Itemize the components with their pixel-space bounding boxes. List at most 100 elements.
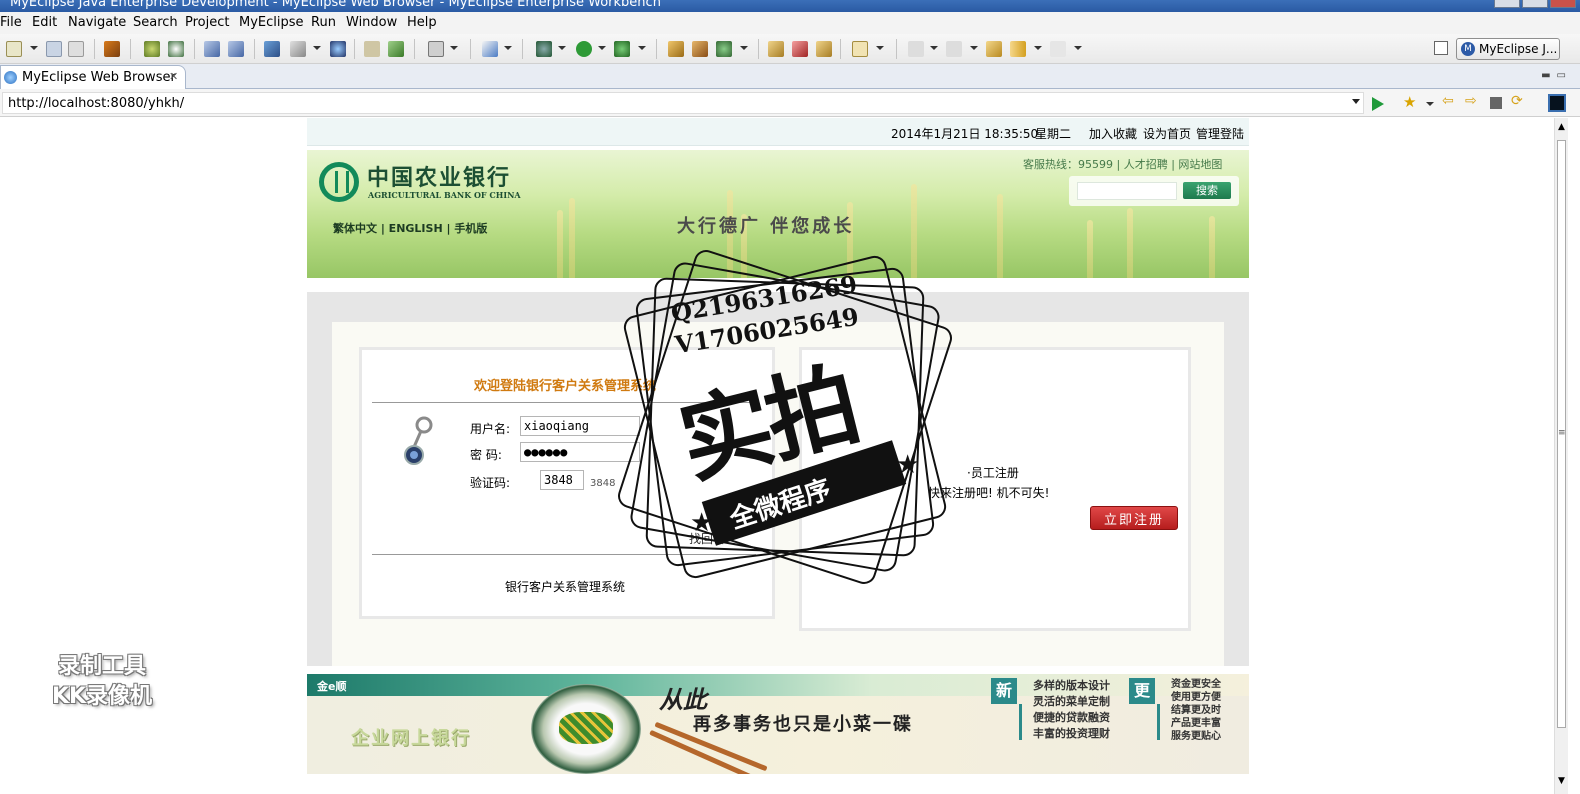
new-dropdown-icon[interactable]: [30, 46, 38, 50]
last-edit-icon[interactable]: [986, 41, 1002, 57]
menu-myeclipse[interactable]: MyEclipse: [239, 15, 304, 30]
rocket-icon[interactable]: [792, 41, 808, 57]
site-search-input[interactable]: [1077, 182, 1177, 200]
favorites-star-icon[interactable]: ★: [1403, 93, 1419, 111]
captcha-image[interactable]: 3848: [590, 478, 615, 489]
register-now-button[interactable]: 立即注册: [1090, 506, 1178, 530]
url-history-dropdown-icon[interactable]: [1352, 99, 1360, 104]
folder-icon[interactable]: [364, 41, 380, 57]
forward-arrow-icon[interactable]: [1050, 41, 1066, 57]
open-type-icon[interactable]: [264, 41, 280, 57]
save-icon[interactable]: [46, 41, 62, 57]
dropdown-icon[interactable]: [970, 46, 978, 50]
divider: [372, 402, 756, 403]
captcha-input[interactable]: [540, 470, 584, 490]
open-task-icon[interactable]: [852, 41, 868, 57]
list-item: 便捷的贷款融资: [1033, 711, 1110, 724]
toolbar-separator: [254, 39, 255, 59]
ad-banner[interactable]: 金e顺 企业网上银行 从此 再多事务也只是小菜一碟 新 多样的版本设计 灵活的菜…: [307, 674, 1249, 774]
site-search-button[interactable]: 搜索: [1183, 182, 1231, 199]
favorites-dropdown-icon[interactable]: [1426, 102, 1434, 106]
wizard-icon[interactable]: [204, 41, 220, 57]
package-explorer-icon[interactable]: [816, 41, 832, 57]
dropdown-icon[interactable]: [740, 46, 748, 50]
ad-feature-list-right: 资金更安全 使用更方便 结算更及时 产品更丰富 服务更贴心: [1171, 678, 1221, 743]
dropdown-icon[interactable]: [876, 46, 884, 50]
dropdown-icon[interactable]: [1074, 46, 1082, 50]
debug-icon[interactable]: [536, 41, 552, 57]
ad-badge-more: 更: [1129, 678, 1155, 704]
wizard2-icon[interactable]: [228, 41, 244, 57]
open-folder-icon[interactable]: [768, 41, 784, 57]
back-arrow-icon[interactable]: [1010, 41, 1026, 57]
tab-web-browser[interactable]: MyEclipse Web Browser ✕: [0, 65, 186, 89]
set-homepage-link[interactable]: 设为首页: [1143, 125, 1191, 142]
maximize-button[interactable]: [1522, 0, 1548, 8]
dropdown-icon[interactable]: [930, 46, 938, 50]
snapshot-icon[interactable]: [428, 41, 444, 57]
dropdown-icon[interactable]: [450, 46, 458, 50]
menu-run[interactable]: Run: [311, 15, 336, 30]
server-icon[interactable]: [168, 41, 184, 57]
bookmark-icon[interactable]: [692, 41, 708, 57]
forgot-password-link[interactable]: 找回密: [689, 530, 725, 547]
perspective-button[interactable]: M MyEclipse J...: [1456, 38, 1560, 60]
dropdown-icon[interactable]: [504, 46, 512, 50]
perspective-label: MyEclipse J...: [1479, 42, 1558, 56]
divider: [372, 554, 756, 555]
dropdown-icon[interactable]: [1034, 46, 1042, 50]
stop-icon[interactable]: [1490, 97, 1502, 109]
go-icon[interactable]: [1372, 97, 1384, 111]
menu-search[interactable]: Search: [133, 15, 178, 30]
tab-close-icon[interactable]: ✕: [169, 70, 178, 83]
url-input[interactable]: [3, 93, 1343, 113]
browser-menu-icon[interactable]: [1548, 94, 1566, 112]
scroll-up-icon[interactable]: ▲: [1558, 122, 1565, 132]
new-class-icon[interactable]: [482, 41, 498, 57]
admin-login-link[interactable]: 管理登陆: [1196, 125, 1244, 142]
refresh-icon[interactable]: ⟳: [1511, 93, 1527, 109]
deploy-icon[interactable]: [144, 41, 160, 57]
menu-project[interactable]: Project: [185, 15, 229, 30]
ad-divider: [1019, 704, 1022, 740]
menu-help[interactable]: Help: [407, 15, 437, 30]
toolbar-separator: [840, 39, 841, 59]
add-favorite-link[interactable]: 加入收藏: [1089, 125, 1137, 142]
dropdown-icon[interactable]: [313, 46, 321, 50]
minimize-button[interactable]: [1494, 0, 1520, 8]
open-resource-icon[interactable]: [290, 41, 306, 57]
open-perspective-icon[interactable]: [1434, 41, 1448, 55]
back-icon[interactable]: ⇦: [1442, 93, 1458, 109]
menu-file[interactable]: File: [0, 15, 22, 30]
prev-annotation-icon[interactable]: [946, 41, 962, 57]
task-icon[interactable]: [668, 41, 684, 57]
print-icon[interactable]: [68, 41, 84, 57]
dropdown-icon[interactable]: [558, 46, 566, 50]
hotline-links[interactable]: 客服热线：95599 | 人才招聘 | 网站地图: [1023, 156, 1222, 172]
dropdown-icon[interactable]: [638, 46, 646, 50]
scroll-down-icon[interactable]: ▼: [1558, 776, 1565, 786]
refresh-icon[interactable]: [716, 41, 732, 57]
dropdown-icon[interactable]: [598, 46, 606, 50]
username-input[interactable]: [520, 416, 640, 436]
window-title: MyEclipse Java Enterprise Development - …: [10, 0, 661, 10]
scroll-grip-icon: ≡: [1558, 428, 1566, 438]
password-input[interactable]: [520, 442, 640, 462]
view-minmax-controls[interactable]: ▬▭: [1541, 70, 1572, 81]
vertical-scrollbar[interactable]: ▲ ≡ ▼: [1554, 118, 1568, 794]
new-file-icon[interactable]: [6, 41, 22, 57]
close-window-button[interactable]: [1550, 0, 1576, 8]
run-external-icon[interactable]: [614, 41, 630, 57]
package-icon[interactable]: [104, 41, 120, 57]
run-icon[interactable]: [576, 41, 592, 57]
menu-navigate[interactable]: Navigate: [68, 15, 126, 30]
menu-window[interactable]: Window: [346, 15, 397, 30]
list-item: 使用更方便: [1171, 692, 1221, 703]
globe-icon[interactable]: [330, 41, 346, 57]
import-icon[interactable]: [388, 41, 404, 57]
menu-edit[interactable]: Edit: [32, 15, 57, 30]
language-links[interactable]: 繁体中文 | ENGLISH | 手机版: [333, 220, 487, 236]
next-annotation-icon[interactable]: [908, 41, 924, 57]
forward-icon[interactable]: ⇨: [1465, 93, 1481, 109]
main-toolbar: M MyEclipse J...: [0, 34, 1580, 64]
